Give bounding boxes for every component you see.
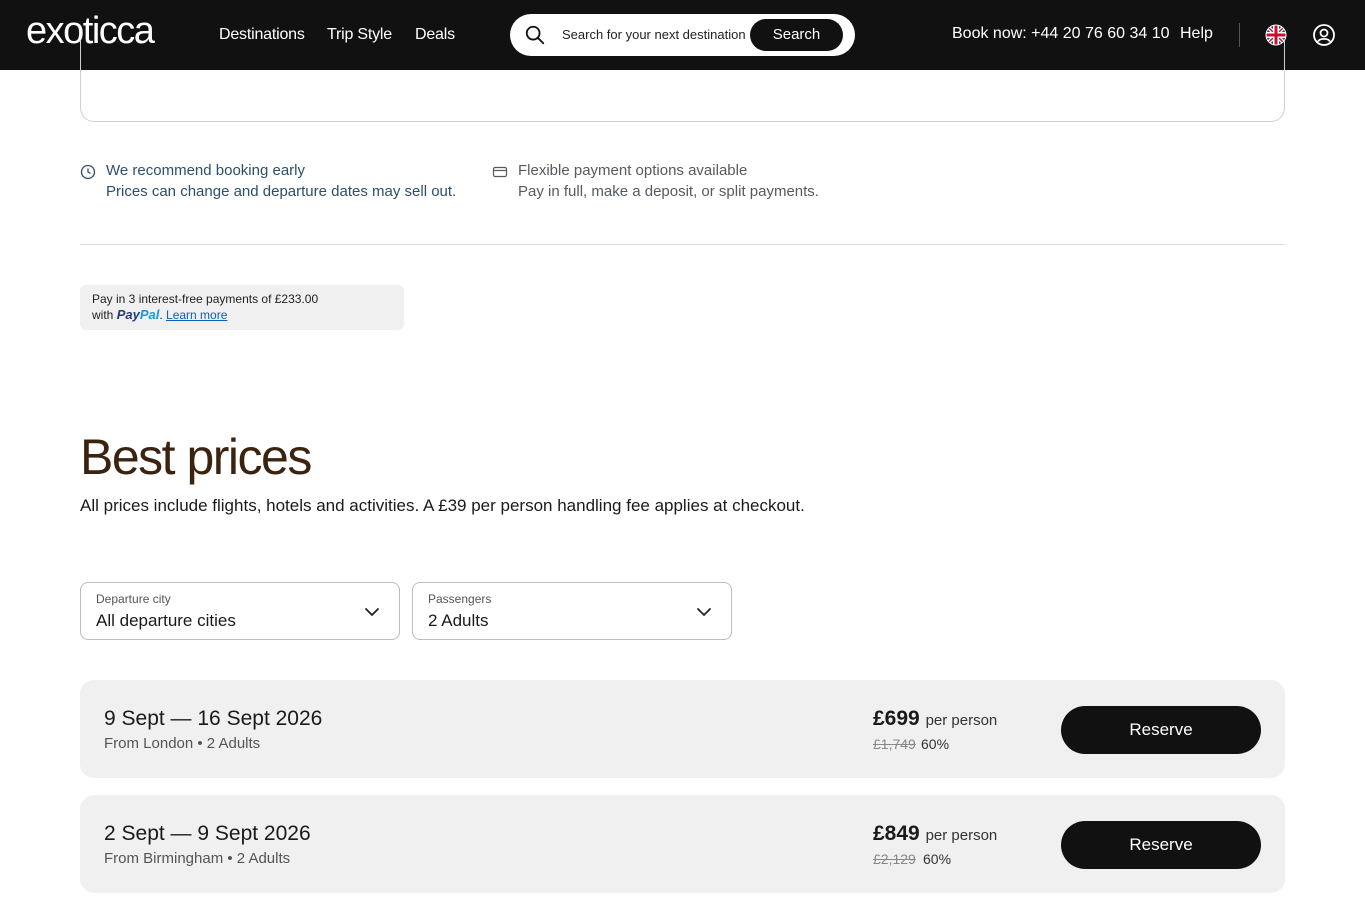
departure-dates: 2 Sept — 9 Sept 2026 [104, 822, 311, 845]
chevron-down-icon [365, 608, 379, 616]
booking-early-subtitle: Prices can change and departure dates ma… [106, 183, 457, 200]
paypal-with-text: with [92, 308, 114, 322]
credit-card-icon [492, 166, 508, 178]
passengers-select[interactable]: Passengers 2 Adults [412, 582, 732, 640]
booking-early-title: We recommend booking early [106, 162, 305, 179]
departure-city-select[interactable]: Departure city All departure cities [80, 582, 400, 640]
best-prices-heading: Best prices [80, 429, 312, 485]
previous-card-bottom [80, 40, 1285, 122]
chevron-down-icon [697, 608, 711, 616]
payment-options-title: Flexible payment options available [518, 162, 748, 179]
passengers-label: Passengers [428, 592, 492, 606]
current-price: £849 per person [873, 822, 998, 845]
paypal-line-2: with PayPal. Learn more [92, 307, 228, 322]
reserve-button[interactable]: Reserve [1061, 706, 1261, 754]
departure-dates: 9 Sept — 16 Sept 2026 [104, 707, 323, 730]
departure-city-value: All departure cities [96, 611, 236, 630]
discount-percent: 60% [921, 736, 950, 752]
best-prices-subtitle: All prices include flights, hotels and a… [80, 496, 805, 515]
payment-options-subtitle: Pay in full, make a deposit, or split pa… [518, 183, 819, 200]
paypal-installment-text: Pay in 3 interest-free payments of £233.… [92, 292, 319, 306]
passengers-value: 2 Adults [428, 611, 489, 630]
departure-row: 9 Sept — 16 Sept 2026 From London • 2 Ad… [80, 680, 1285, 778]
departure-city-label: Departure city [96, 592, 171, 606]
paypal-logo: PayPal [116, 307, 160, 322]
reserve-button[interactable]: Reserve [1061, 821, 1261, 869]
paypal-learn-more-link[interactable]: Learn more [166, 308, 227, 322]
original-price: £2,129 [873, 851, 916, 867]
per-person-label: per person [925, 827, 998, 844]
user-account-icon[interactable] [1312, 23, 1336, 47]
departure-row: 2 Sept — 9 Sept 2026 From Birmingham • 2… [80, 795, 1285, 893]
current-price: £699 per person [873, 707, 998, 730]
departure-meta: From London • 2 Adults [104, 735, 261, 752]
departure-meta: From Birmingham • 2 Adults [104, 850, 291, 867]
original-price: £1,749 [873, 736, 916, 752]
section-divider [80, 244, 1285, 245]
discount-percent: 60% [923, 851, 952, 867]
clock-icon [80, 164, 96, 180]
paypal-pay-in-3-banner: Pay in 3 interest-free payments of £233.… [80, 285, 404, 330]
per-person-label: per person [925, 712, 998, 729]
